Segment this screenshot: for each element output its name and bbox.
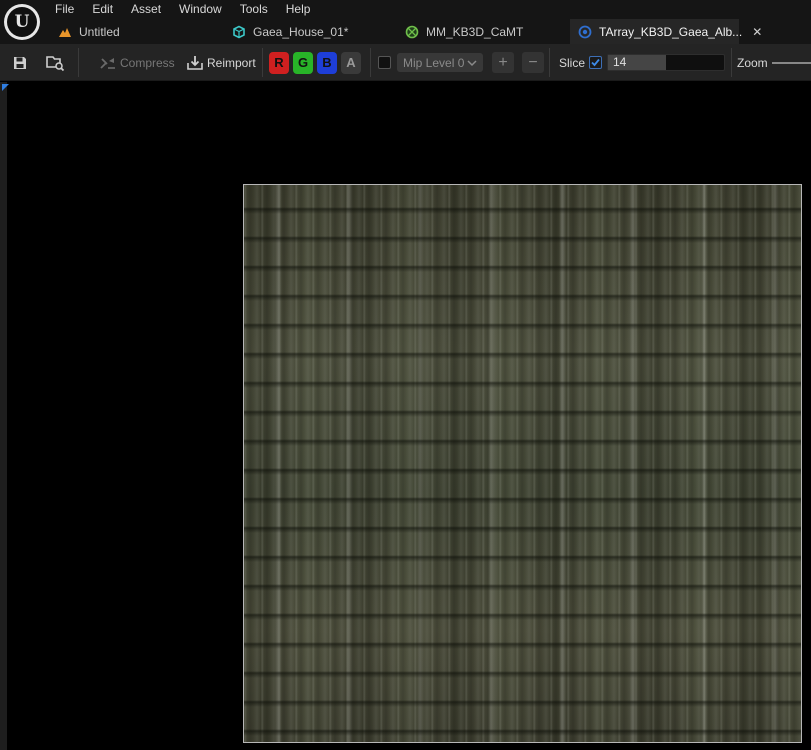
viewport-side-strip: [0, 82, 7, 750]
mip-checkbox-wrap: [378, 44, 391, 81]
mip-level-dropdown[interactable]: Mip Level 0: [397, 53, 483, 72]
slice-value-field[interactable]: 14: [607, 54, 725, 71]
slice-label: Slice: [559, 55, 586, 70]
compress-label: Compress: [120, 55, 175, 70]
toolbar-divider: [262, 48, 263, 77]
toolbar-divider: [370, 48, 371, 77]
slice-field-wrap: 14: [607, 44, 725, 81]
mip-level-checkbox[interactable]: [378, 56, 391, 69]
zoom-slider-wrap: [772, 44, 811, 81]
save-button[interactable]: [8, 44, 32, 81]
plus-icon[interactable]: +: [492, 52, 514, 73]
tab-label: MM_KB3D_CaMT: [426, 24, 524, 39]
menu-file[interactable]: File: [46, 0, 83, 18]
tab-label: Gaea_House_01*: [253, 24, 349, 39]
zoom-slider[interactable]: [772, 61, 811, 64]
level-icon: [58, 25, 72, 39]
mip-increase-wrap: +: [492, 44, 514, 81]
menu-tools[interactable]: Tools: [231, 0, 277, 18]
texture-array-icon: [578, 25, 592, 39]
tab-texture-array[interactable]: TArray_KB3D_Gaea_Alb... ✕: [570, 19, 762, 44]
title-bar: U File Edit Asset Window Tools Help Unti…: [0, 0, 811, 44]
compress-icon: [96, 51, 120, 75]
menu-window[interactable]: Window: [170, 0, 231, 18]
tab-label: TArray_KB3D_Gaea_Alb...: [599, 24, 743, 39]
texture-viewport[interactable]: [0, 82, 811, 750]
mip-decrease-wrap: −: [522, 44, 544, 81]
toolbar-divider: [78, 48, 79, 77]
toolbar-divider: [731, 48, 732, 77]
tab-untitled[interactable]: Untitled: [50, 19, 228, 44]
tab-material[interactable]: MM_KB3D_CaMT: [397, 19, 567, 44]
close-icon[interactable]: ✕: [752, 25, 762, 39]
browse-asset-button[interactable]: [43, 44, 67, 81]
menu-bar: File Edit Asset Window Tools Help: [46, 0, 319, 18]
compress-button[interactable]: Compress: [96, 44, 175, 81]
mesh-icon: [232, 25, 246, 39]
slice-checkbox[interactable]: [589, 56, 602, 69]
menu-asset[interactable]: Asset: [122, 0, 170, 18]
alpha-channel-toggle[interactable]: A: [341, 51, 361, 74]
chevron-down-icon: [467, 56, 477, 70]
reimport-button[interactable]: Reimport: [183, 44, 256, 81]
material-icon: [405, 25, 419, 39]
toolbar-divider: [549, 48, 550, 77]
channel-toggles: R G B A: [269, 44, 361, 81]
reimport-label: Reimport: [207, 55, 256, 70]
minus-icon[interactable]: −: [522, 52, 544, 73]
reimport-icon: [183, 51, 207, 75]
save-icon: [8, 51, 32, 75]
tab-label: Untitled: [79, 24, 120, 39]
green-channel-toggle[interactable]: G: [293, 51, 313, 74]
unreal-logo-icon[interactable]: U: [4, 4, 40, 40]
checkmark-icon: [591, 58, 600, 67]
red-channel-toggle[interactable]: R: [269, 51, 289, 74]
menu-help[interactable]: Help: [277, 0, 320, 18]
viewport-corner-marker: [2, 84, 9, 91]
menu-edit[interactable]: Edit: [83, 0, 122, 18]
browse-folder-icon: [43, 51, 67, 75]
mip-level-dropdown-wrap: Mip Level 0: [397, 44, 483, 81]
texture-preview[interactable]: [243, 184, 802, 743]
slice-value: 14: [613, 55, 627, 69]
tab-gaea-house[interactable]: Gaea_House_01*: [224, 19, 394, 44]
mip-level-value: Mip Level 0: [403, 55, 465, 70]
zoom-label: Zoom: [737, 55, 768, 70]
document-tabs: Untitled Gaea_House_01* MM_KB3D_CaMT TAr…: [46, 19, 811, 44]
slice-checkbox-wrap: [589, 44, 602, 81]
blue-channel-toggle[interactable]: B: [317, 51, 337, 74]
toolbar: Compress Reimport R G B A Mip Level 0 + …: [0, 44, 811, 81]
